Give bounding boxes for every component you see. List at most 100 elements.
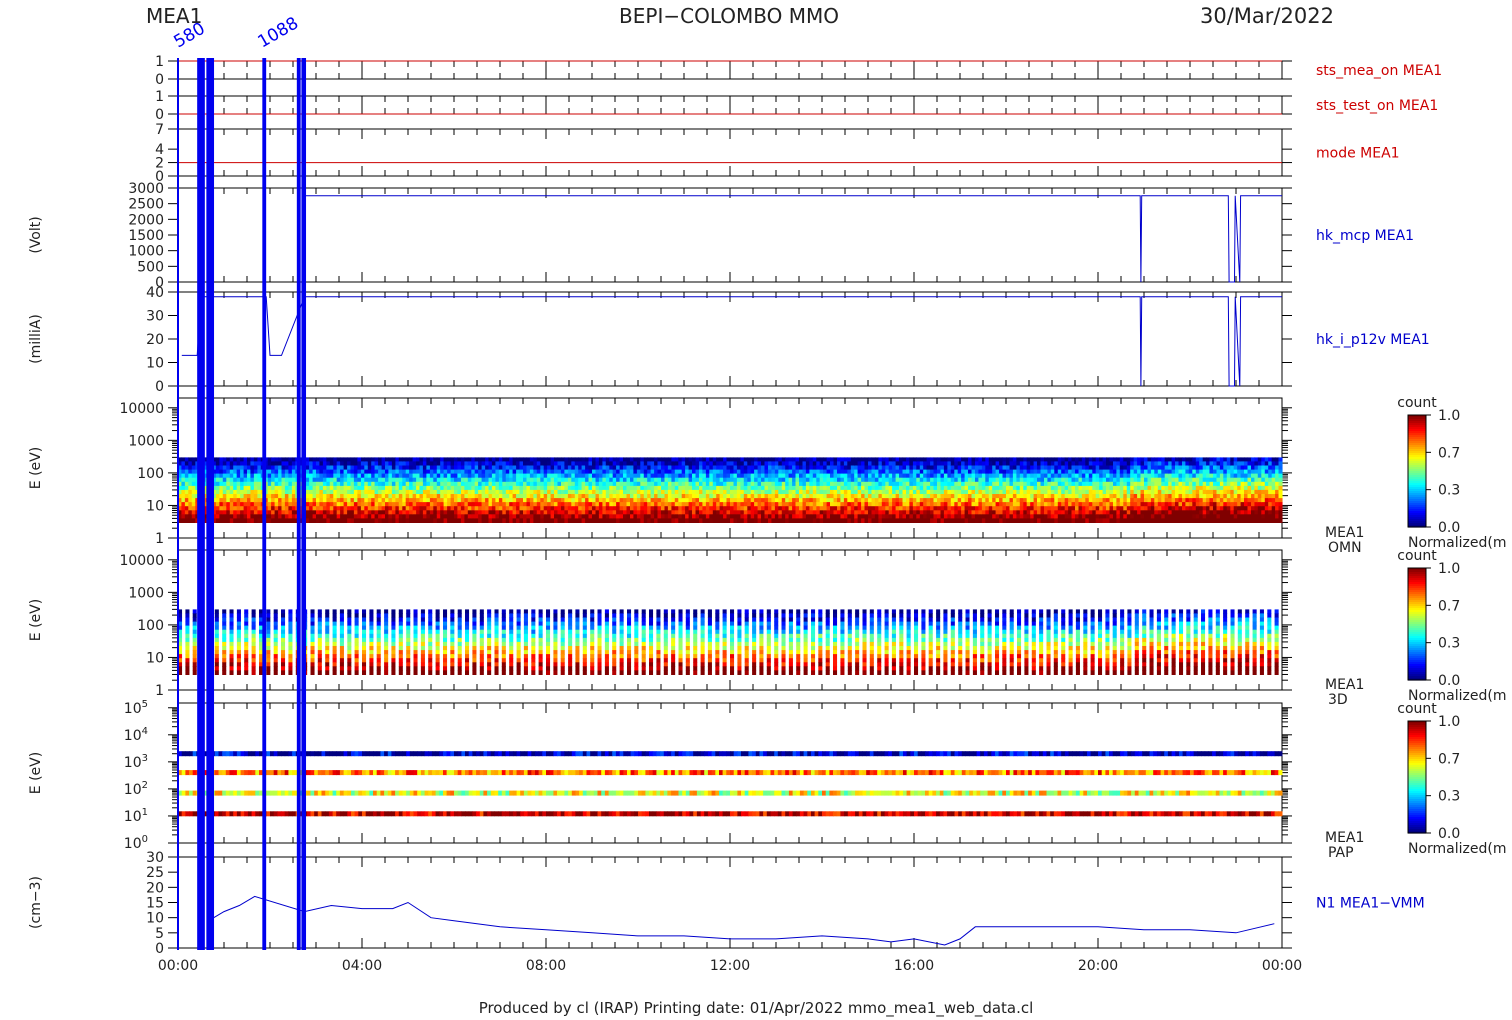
spectrogram-cell	[309, 489, 314, 495]
spectrogram-cell	[857, 469, 862, 475]
spectrogram-cell	[1002, 506, 1007, 511]
spectrogram-cell	[857, 506, 862, 511]
spectrogram-cell	[830, 485, 835, 491]
spectrogram-cell	[830, 494, 835, 499]
spectrogram-cell	[702, 461, 707, 466]
spectrogram-cell	[805, 473, 810, 479]
spectrogram-cell	[968, 494, 973, 499]
spectrogram-cell	[633, 477, 638, 483]
spectrogram-cell	[467, 485, 472, 491]
spectrogram-cell	[288, 485, 293, 491]
spectrogram-cell	[899, 506, 904, 511]
spectrogram-cell	[592, 518, 597, 523]
spectrogram-cell	[519, 457, 524, 462]
spectrogram-cell	[284, 485, 289, 491]
spectrogram-cell	[447, 485, 452, 491]
spectrogram-cell	[857, 481, 862, 487]
spectrogram-cell	[726, 485, 731, 491]
spectrogram-cell	[398, 489, 403, 495]
spectrogram-cell	[181, 518, 186, 523]
spectrogram-cell	[909, 465, 914, 471]
spectrogram-cell	[795, 514, 800, 519]
spectrogram-cell	[191, 510, 196, 515]
spectrogram-cell	[523, 469, 528, 475]
spectrogram-cell	[433, 510, 438, 515]
spectrogram-cell	[764, 457, 769, 462]
spectrogram-cell	[971, 457, 976, 462]
spectrogram-cell	[554, 502, 559, 507]
spectrogram-cell	[730, 510, 735, 515]
spectrogram-cell	[961, 518, 966, 523]
spectrogram-cell	[460, 457, 465, 462]
spectrogram-cell	[491, 502, 496, 507]
spectrogram-cell	[961, 465, 966, 471]
spectrogram-cell	[491, 494, 496, 499]
spectrogram-cell	[412, 494, 417, 499]
spectrogram-cell	[557, 506, 562, 511]
spectrogram-cell	[374, 506, 379, 511]
spectrogram-cell	[191, 469, 196, 475]
spectrogram-cell	[309, 502, 314, 507]
spectrogram-cell	[284, 518, 289, 523]
spectrogram-cell	[502, 481, 507, 487]
spectrogram-cell	[309, 498, 314, 503]
spectrogram-cell	[881, 461, 886, 466]
spectrogram-cell	[961, 485, 966, 491]
spectrogram-cell	[692, 469, 697, 475]
spectrogram-cell	[674, 489, 679, 495]
spectrogram-cell	[830, 489, 835, 495]
spectrogram-cell	[1006, 489, 1011, 495]
spectrogram-cell	[557, 514, 562, 519]
spectrogram-cell	[253, 485, 258, 491]
spectrogram-cell	[398, 485, 403, 491]
spectrogram-cell	[547, 514, 552, 519]
spectrogram-cell	[322, 489, 327, 495]
spectrogram-cell	[899, 502, 904, 507]
spectrogram-cell	[340, 518, 345, 523]
spectrogram-cell	[547, 481, 552, 487]
spectrogram-cell	[726, 502, 731, 507]
spectrogram-cell	[674, 461, 679, 466]
spectrogram-cell	[909, 489, 914, 495]
spectrogram-cell	[536, 498, 541, 503]
spectrogram-cell	[426, 457, 431, 462]
spectrogram-cell	[926, 457, 931, 462]
spectrogram-cell	[188, 514, 193, 519]
spectrogram-cell	[378, 457, 383, 462]
spectrogram-cell	[605, 461, 610, 466]
spectrogram-cell	[754, 485, 759, 491]
spectrogram-cell	[447, 489, 452, 495]
spectrogram-cell	[778, 510, 783, 515]
spectrogram-cell	[512, 469, 517, 475]
spectrogram-cell	[985, 457, 990, 462]
spectrogram-cell	[623, 514, 628, 519]
spectrogram-cell	[795, 510, 800, 515]
spectrogram-cell	[478, 473, 483, 479]
spectrogram-cell	[864, 481, 869, 487]
spectrogram-cell	[409, 469, 414, 475]
spectrogram-cell	[868, 477, 873, 483]
spectrogram-cell	[971, 469, 976, 475]
spectrogram-cell	[491, 489, 496, 495]
spectrogram-cell	[288, 477, 293, 483]
spectrogram-cell	[833, 485, 838, 491]
spectrogram-cell	[188, 498, 193, 503]
spectrogram-cell	[443, 514, 448, 519]
spectrogram-cell	[743, 485, 748, 491]
spectrogram-cell	[812, 498, 817, 503]
spectrogram-cell	[374, 510, 379, 515]
spectrogram-cell	[529, 461, 534, 466]
spectrogram-cell	[457, 518, 462, 523]
spectrogram-cell	[222, 485, 227, 491]
spectrogram-cell	[719, 502, 724, 507]
spectrogram-cell	[250, 461, 255, 466]
spectrogram-cell	[674, 477, 679, 483]
spectrogram-cell	[502, 518, 507, 523]
spectrogram-cell	[795, 473, 800, 479]
spectrogram-cell	[695, 465, 700, 471]
spectrogram-cell	[447, 518, 452, 523]
spectrogram-cell	[284, 510, 289, 515]
spectrogram-cell	[357, 510, 362, 515]
spectrogram-cell	[343, 506, 348, 511]
spectrogram-cell	[457, 489, 462, 495]
